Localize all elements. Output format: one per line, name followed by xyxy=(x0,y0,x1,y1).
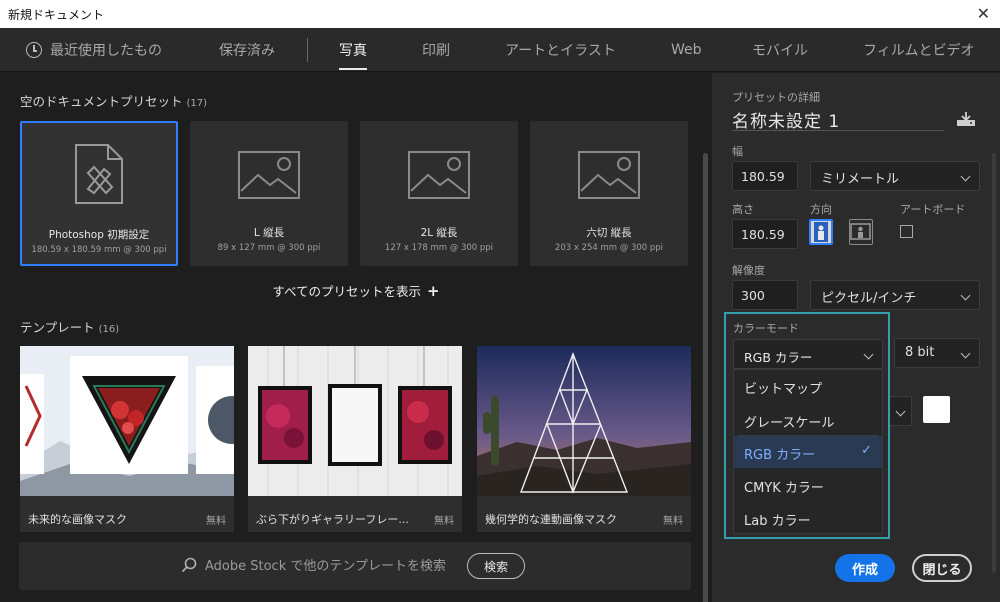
preset-details-label: プリセットの詳細 xyxy=(732,91,820,104)
bit-depth-dropdown[interactable]: 8 bit xyxy=(894,338,980,368)
resolution-input[interactable]: 300 xyxy=(732,280,798,310)
preset-name: Photoshop 初期設定 xyxy=(48,229,150,241)
tab-web[interactable]: Web xyxy=(671,28,702,72)
tab-photo[interactable]: 写真 xyxy=(339,28,367,72)
background-contents-dropdown[interactable] xyxy=(890,396,912,426)
portrait-person-icon xyxy=(814,222,828,242)
tab-print[interactable]: 印刷 xyxy=(422,28,450,72)
create-button[interactable]: 作成 xyxy=(835,554,895,582)
chevron-down-icon xyxy=(960,171,971,182)
document-brush-icon xyxy=(75,144,123,204)
template-price: 無料 xyxy=(434,516,454,527)
option-label: RGB カラー xyxy=(744,448,816,463)
presets-area: 空のドキュメントプリセット (17) Photoshop 初期設定 180.59 … xyxy=(0,73,712,602)
template-card[interactable]: 幾何学的な連動画像マスク 無料 xyxy=(477,346,691,532)
background-color-swatch[interactable] xyxy=(923,396,950,423)
tab-recent-label: 最近使用したもの xyxy=(50,43,162,59)
templates-section-title: テンプレート (16) xyxy=(20,320,120,335)
tab-mobile[interactable]: モバイル xyxy=(752,28,808,72)
chevron-down-icon xyxy=(960,348,971,359)
template-name: 未来的な画像マスク xyxy=(28,513,127,526)
preset-photoshop-default[interactable]: Photoshop 初期設定 180.59 x 180.59 mm @ 300 … xyxy=(20,121,178,266)
search-button[interactable]: 検索 xyxy=(467,553,525,579)
width-label: 幅 xyxy=(732,145,743,158)
template-thumbnail-futuristic-mask xyxy=(20,346,234,496)
orientation-label: 方向 xyxy=(810,203,832,216)
tab-film-video[interactable]: フィルムとビデオ xyxy=(863,28,974,72)
template-name: 幾何学的な連動画像マスク xyxy=(485,513,617,526)
artboard-checkbox[interactable] xyxy=(900,225,913,238)
image-icon xyxy=(578,151,640,199)
checkmark-icon: ✓ xyxy=(861,443,872,458)
width-unit-value: ミリメートル xyxy=(821,172,900,187)
color-mode-menu: ビットマップ グレースケール RGB カラー ✓ CMYK カラー Lab カラ… xyxy=(733,369,883,534)
presets-scrollbar[interactable] xyxy=(703,153,708,602)
tab-saved[interactable]: 保存済み xyxy=(219,28,275,72)
template-card[interactable]: 未来的な画像マスク 無料 xyxy=(20,346,234,532)
document-name-field[interactable]: 名称未設定 1 xyxy=(732,107,944,131)
bit-depth-value: 8 bit xyxy=(905,345,935,360)
height-input[interactable]: 180.59 xyxy=(732,219,798,249)
width-input[interactable]: 180.59 xyxy=(732,161,798,191)
chevron-down-icon xyxy=(895,406,906,417)
landscape-person-icon xyxy=(850,223,871,240)
landscape-orientation-button[interactable] xyxy=(849,219,873,245)
template-name: ぶら下がりギャラリーフレー... xyxy=(256,513,409,526)
presets-section-title: 空のドキュメントプリセット (17) xyxy=(20,94,208,109)
preset-size: 127 x 178 mm @ 300 ppi xyxy=(384,243,494,253)
portrait-orientation-button[interactable] xyxy=(809,219,833,245)
search-icon xyxy=(181,557,197,573)
height-label: 高さ xyxy=(732,203,754,216)
template-card[interactable]: ぶら下がりギャラリーフレー... 無料 xyxy=(248,346,462,532)
tab-recent[interactable]: 最近使用したもの xyxy=(26,28,162,72)
window-title-bar: 新規ドキュメント ✕ xyxy=(0,0,1000,28)
template-price: 無料 xyxy=(663,516,683,527)
preset-size: 89 x 127 mm @ 300 ppi xyxy=(217,243,321,253)
tab-art-illustration[interactable]: アートとイラスト xyxy=(505,28,616,72)
width-unit-dropdown[interactable]: ミリメートル xyxy=(810,161,980,191)
details-scrollbar[interactable] xyxy=(992,153,996,573)
color-mode-option-cmyk[interactable]: CMYK カラー xyxy=(734,469,882,501)
clock-icon xyxy=(26,42,42,58)
save-preset-icon[interactable] xyxy=(956,111,976,127)
category-tabs: 最近使用したもの 保存済み 写真 印刷 アートとイラスト Web モバイル フィ… xyxy=(0,28,1000,72)
window-title: 新規ドキュメント xyxy=(8,7,105,22)
resolution-unit-dropdown[interactable]: ピクセル/インチ xyxy=(810,280,980,310)
color-mode-option-lab[interactable]: Lab カラー xyxy=(734,502,882,534)
close-button[interactable]: 閉じる xyxy=(912,554,972,582)
template-thumbnail-hanging-gallery xyxy=(248,346,462,496)
color-mode-option-rgb[interactable]: RGB カラー ✓ xyxy=(734,436,882,468)
resolution-label: 解像度 xyxy=(732,264,765,277)
artboard-label: アートボード xyxy=(900,203,966,216)
stock-search-input[interactable] xyxy=(205,554,459,578)
preset-size: 180.59 x 180.59 mm @ 300 ppi xyxy=(31,245,167,255)
stock-search-bar: 検索 xyxy=(19,542,691,590)
color-mode-option-bitmap[interactable]: ビットマップ xyxy=(734,370,882,402)
preset-name: L 縦長 xyxy=(253,227,285,239)
preset-2l-portrait[interactable]: 2L 縦長 127 x 178 mm @ 300 ppi xyxy=(360,121,518,266)
close-window-icon[interactable]: ✕ xyxy=(977,4,990,23)
color-mode-option-grayscale[interactable]: グレースケール xyxy=(734,402,882,436)
preset-l-portrait[interactable]: L 縦長 89 x 127 mm @ 300 ppi xyxy=(190,121,348,266)
color-mode-value: RGB カラー xyxy=(744,350,813,365)
show-all-presets-link[interactable]: すべてのプリセットを表示 + xyxy=(0,281,712,300)
image-icon xyxy=(238,151,300,199)
preset-name: 2L 縦長 xyxy=(420,227,458,239)
color-mode-highlight: カラーモード RGB カラー ビットマップ グレースケール RGB カラー ✓ … xyxy=(724,312,890,539)
preset-name: 六切 縦長 xyxy=(586,227,632,239)
tab-divider xyxy=(307,38,308,62)
template-price: 無料 xyxy=(206,516,226,527)
color-mode-label: カラーモード xyxy=(733,322,799,335)
plus-icon: + xyxy=(427,282,440,300)
chevron-down-icon xyxy=(960,290,971,301)
template-thumbnail-geometric-mask xyxy=(477,346,691,496)
resolution-unit-value: ピクセル/インチ xyxy=(821,291,917,306)
image-icon xyxy=(408,151,470,199)
preset-rokugiri-portrait[interactable]: 六切 縦長 203 x 254 mm @ 300 ppi xyxy=(530,121,688,266)
chevron-down-icon xyxy=(863,349,874,360)
color-mode-dropdown[interactable]: RGB カラー xyxy=(733,339,883,369)
show-all-label: すべてのプリセットを表示 xyxy=(272,284,422,299)
preset-size: 203 x 254 mm @ 300 ppi xyxy=(554,243,664,253)
